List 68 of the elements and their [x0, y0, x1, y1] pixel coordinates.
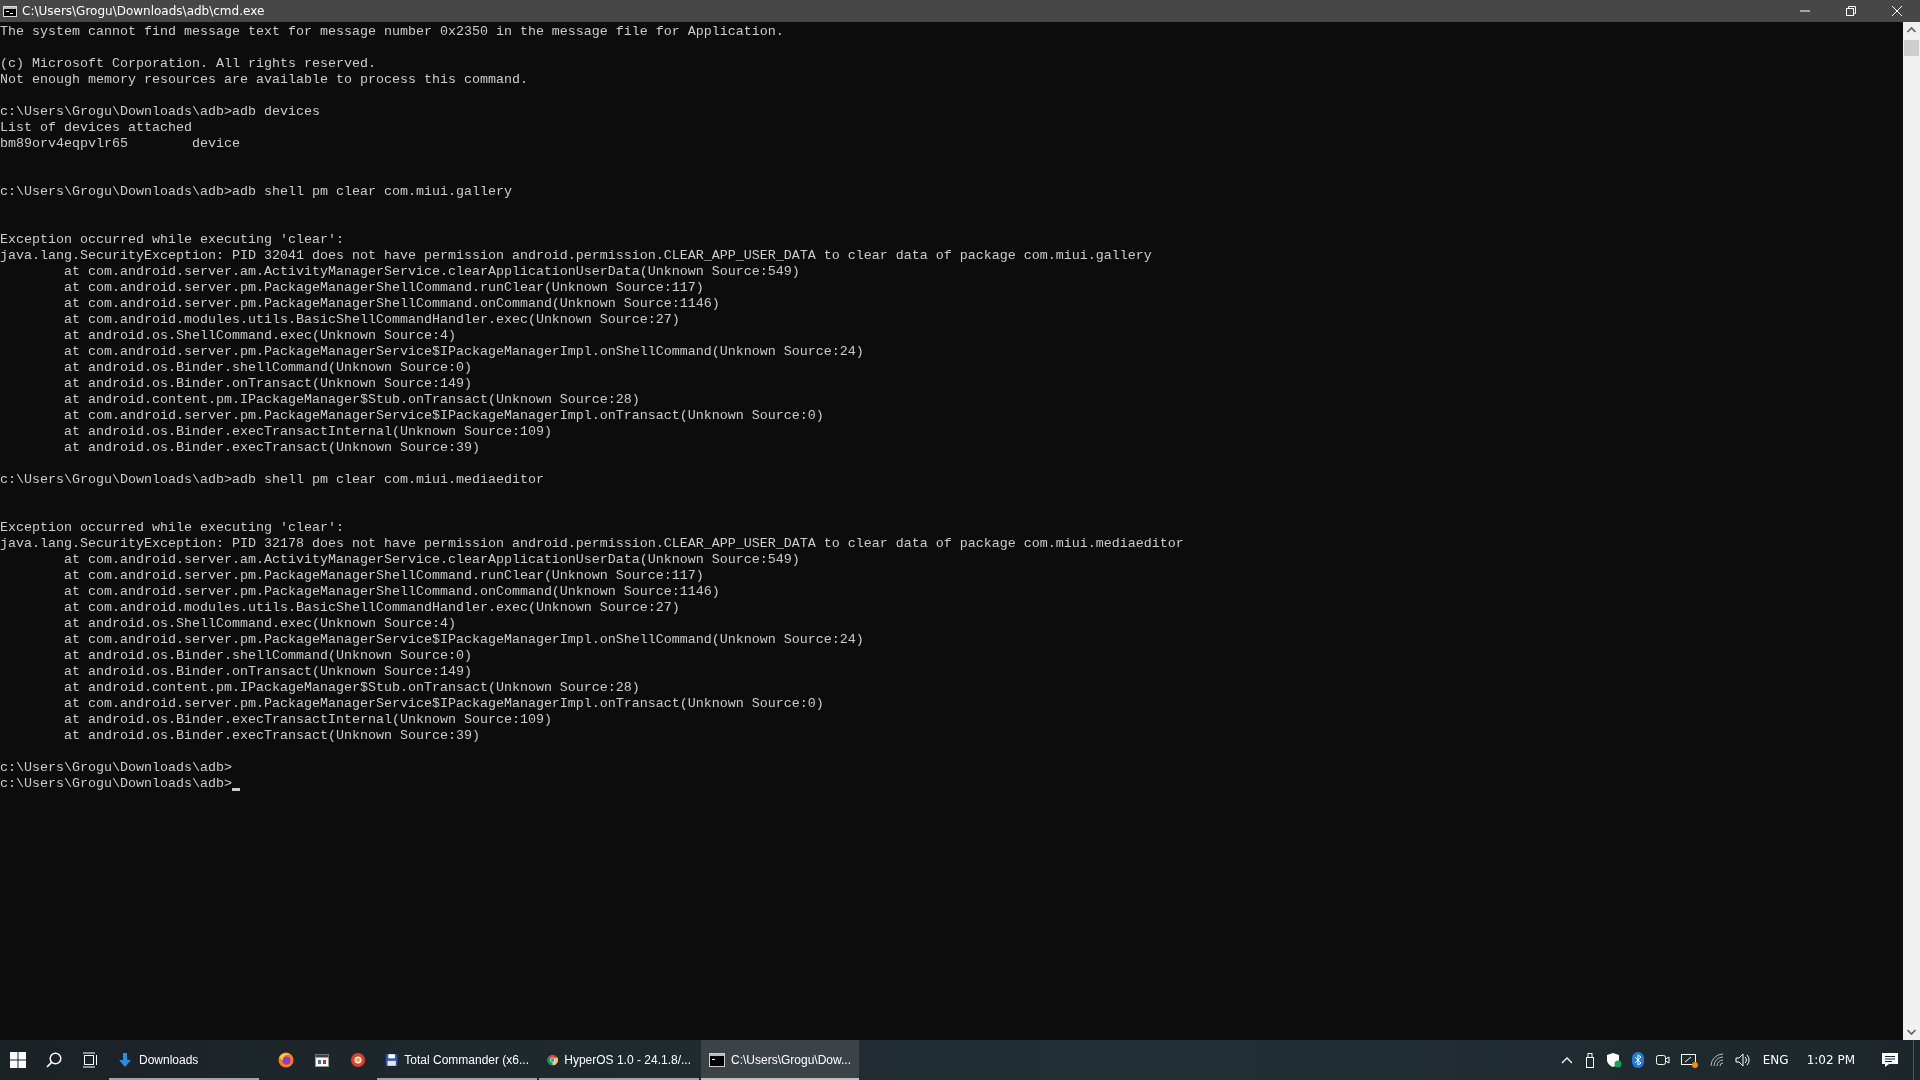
console-line: Exception occurred while executing 'clear':	[0, 232, 344, 248]
console-line: Exception occurred while executing 'clear':	[0, 520, 344, 536]
console-line: at android.os.Binder.shellCommand(Unknown Source:0)	[63, 360, 472, 376]
console-line: at com.android.server.pm.PackageManagerShellCommand.onCommand(Unknown Source:1146)	[63, 296, 720, 312]
console-line: c:\Users\Grogu\Downloads\adb>adb shell pm clear com.miui.mediaeditor	[0, 472, 544, 488]
console-line: at com.android.server.pm.PackageManagerShellCommand.runClear(Unknown Source:117)	[63, 568, 704, 584]
taskbar-app-button[interactable]: HyperOS 1.0 - 24.1.8/...	[539, 1040, 699, 1080]
console-line: at com.android.server.pm.PackageManagerShellCommand.runClear(Unknown Source:117)	[63, 280, 704, 296]
console-line: java.lang.SecurityException: PID 32178 does not have permission android.permission.CLEAR_APP_USER_DATA to clear data of package com.miui.mediaeditor	[0, 536, 1184, 552]
console-line: at android.os.ShellCommand.exec(Unknown Source:4)	[63, 328, 456, 344]
console-line: at com.android.modules.utils.BasicShellCommandHandler.exec(Unknown Source:27)	[63, 312, 680, 328]
console-line: java.lang.SecurityException: PID 32041 does not have permission android.permission.CLEAR_APP_USER_DATA to clear data of package com.miui.gallery	[0, 248, 1152, 264]
restore-icon	[1846, 6, 1856, 16]
console-line: bm89orv4eqpvlr65 device	[0, 136, 240, 152]
console-icon	[3, 5, 17, 17]
console-line: at android.os.Binder.execTransactInternal(Unknown Source:109)	[63, 424, 552, 440]
console-line: at android.os.ShellCommand.exec(Unknown Source:4)	[63, 616, 456, 632]
console-line: at android.os.Binder.onTransact(Unknown Source:149)	[63, 376, 472, 392]
console-line: at android.os.Binder.execTransactInternal(Unknown Source:109)	[63, 712, 552, 728]
text-cursor	[231, 788, 240, 791]
console-line: List of devices attached	[0, 120, 192, 136]
console-line: at com.android.server.pm.PackageManagerService$IPackageManagerImpl.onTransact(Unknown Source:0)	[63, 696, 824, 712]
speaker-icon[interactable]	[1733, 1052, 1752, 1068]
console-line: at com.android.server.pm.PackageManagerService$IPackageManagerImpl.onShellCommand(Unknown Source:24)	[63, 632, 864, 648]
taskbar-app-button[interactable]: Downloads	[109, 1040, 259, 1080]
taskbar-app-button[interactable]: C:\Users\Grogu\Dow...	[701, 1040, 860, 1080]
console-line: c:\Users\Grogu\Downloads\adb>adb shell pm clear com.miui.gallery	[0, 184, 512, 200]
console-line: at com.android.modules.utils.BasicShellCommandHandler.exec(Unknown Source:27)	[63, 600, 680, 616]
firefox-icon	[278, 1052, 294, 1068]
console-line: at android.os.Binder.shellCommand(Unknown Source:0)	[63, 648, 472, 664]
console-line: at android.content.pm.IPackageManager$Stub.onTransact(Unknown Source:28)	[63, 392, 640, 408]
console-line: c:\Users\Grogu\Downloads\adb>adb devices	[0, 104, 320, 120]
console-line: at android.content.pm.IPackageManager$Stub.onTransact(Unknown Source:28)	[63, 680, 640, 696]
console-line: at com.android.server.am.ActivityManagerService.clearApplicationUserData(Unknown Source:549)	[63, 264, 800, 280]
console-line: at android.os.Binder.execTransact(Unknown Source:39)	[63, 440, 480, 456]
close-icon	[1892, 6, 1902, 16]
scroll-thumb[interactable]	[1904, 40, 1919, 56]
console-line: (c) Microsoft Corporation. All rights reserved.	[0, 56, 376, 72]
camera-icon[interactable]	[1653, 1052, 1670, 1068]
wifi-icon[interactable]	[1707, 1053, 1724, 1067]
usb-drive-icon[interactable]	[1583, 1052, 1596, 1068]
download-arrow-icon	[117, 1052, 133, 1068]
console-line: c:\Users\Grogu\Downloads\adb>	[0, 760, 232, 776]
app-icon	[350, 1052, 366, 1068]
language-indicator[interactable]: ENG	[1756, 1040, 1795, 1080]
bluetooth-icon[interactable]	[1631, 1052, 1644, 1068]
clock[interactable]: 1:02 PM	[1794, 1040, 1867, 1080]
windows-logo-icon	[10, 1052, 26, 1068]
chrome-icon	[547, 1052, 559, 1068]
shield-icon[interactable]	[1605, 1052, 1622, 1068]
console-line: at android.os.Binder.execTransact(Unknown Source:39)	[63, 728, 480, 744]
console-line: c:\Users\Grogu\Downloads\adb>	[0, 776, 232, 792]
console-line: The system cannot find message text for message number 0x2350 in the message file for Application.	[0, 24, 784, 40]
console-line: at com.android.server.pm.PackageManagerService$IPackageManagerImpl.onShellCommand(Unknown Source:24)	[63, 344, 864, 360]
notification-icon[interactable]	[1881, 1052, 1899, 1068]
task-view-icon	[82, 1052, 98, 1068]
console-line: at com.android.server.am.ActivityManagerService.clearApplicationUserData(Unknown Source:549)	[63, 552, 800, 568]
window-title: C:\Users\Grogu\Downloads\adb\cmd.exe	[22, 4, 265, 18]
scrollbar[interactable]	[1903, 22, 1920, 1040]
console-line: at android.os.Binder.onTransact(Unknown Source:149)	[63, 664, 472, 680]
console-line: at com.android.server.pm.PackageManagerService$IPackageManagerImpl.onTransact(Unknown Source:0)	[63, 408, 824, 424]
calendar-icon	[314, 1052, 330, 1068]
console-line: at com.android.server.pm.PackageManagerShellCommand.onCommand(Unknown Source:1146)	[63, 584, 720, 600]
search-icon	[46, 1052, 62, 1068]
console-icon	[709, 1053, 725, 1067]
console-line: Not enough memory resources are available to process this command.	[0, 72, 528, 88]
monitor-icon[interactable]	[1679, 1052, 1698, 1068]
taskbar-app-button[interactable]: Total Commander (x6...	[377, 1040, 537, 1080]
